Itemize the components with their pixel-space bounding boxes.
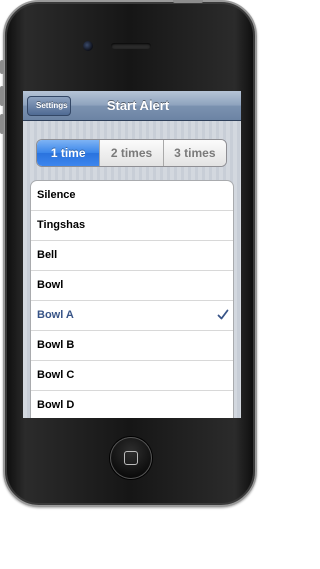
list-item-label: Bowl — [37, 279, 64, 291]
list-item-label: Bowl C — [37, 369, 75, 381]
list-item-label: Bowl A — [37, 309, 74, 321]
power-button — [173, 0, 203, 3]
app-screen: Settings Start Alert 1 time 2 times 3 ti… — [23, 91, 241, 418]
list-item-bowl-c[interactable]: Bowl C — [31, 361, 233, 391]
home-button-square-icon — [124, 451, 138, 465]
volume-up-button — [0, 86, 4, 106]
list-item-bowl-a[interactable]: Bowl A — [31, 301, 233, 331]
speaker-grille-icon — [111, 43, 151, 49]
list-item-label: Silence — [37, 189, 76, 201]
navigation-bar: Settings Start Alert — [23, 91, 241, 121]
segment-1-time[interactable]: 1 time — [37, 140, 100, 166]
mute-switch — [0, 60, 4, 74]
front-camera-icon — [83, 41, 93, 51]
segment-3-times[interactable]: 3 times — [162, 140, 226, 166]
list-item-tingshas[interactable]: Tingshas — [31, 211, 233, 241]
list-item-bowl-d[interactable]: Bowl D — [31, 391, 233, 418]
repeat-count-segmented-control: 1 time 2 times 3 times — [36, 139, 227, 167]
page-title: Start Alert — [106, 98, 170, 113]
checkmark-icon — [217, 309, 229, 320]
list-item-label: Tingshas — [37, 219, 86, 231]
segment-2-times[interactable]: 2 times — [99, 140, 163, 166]
list-item-silence[interactable]: Silence — [31, 181, 233, 211]
list-item-bell[interactable]: Bell — [31, 241, 233, 271]
list-item-label: Bowl D — [37, 399, 75, 411]
settings-back-button[interactable]: Settings — [27, 96, 71, 116]
list-item-bowl[interactable]: Bowl — [31, 271, 233, 301]
list-item-label: Bell — [37, 249, 58, 261]
volume-down-button — [0, 114, 4, 134]
alert-sound-list: Silence Tingshas Bell Bowl Bowl A Bowl B… — [30, 180, 234, 418]
list-item-label: Bowl B — [37, 339, 75, 351]
list-item-bowl-b[interactable]: Bowl B — [31, 331, 233, 361]
